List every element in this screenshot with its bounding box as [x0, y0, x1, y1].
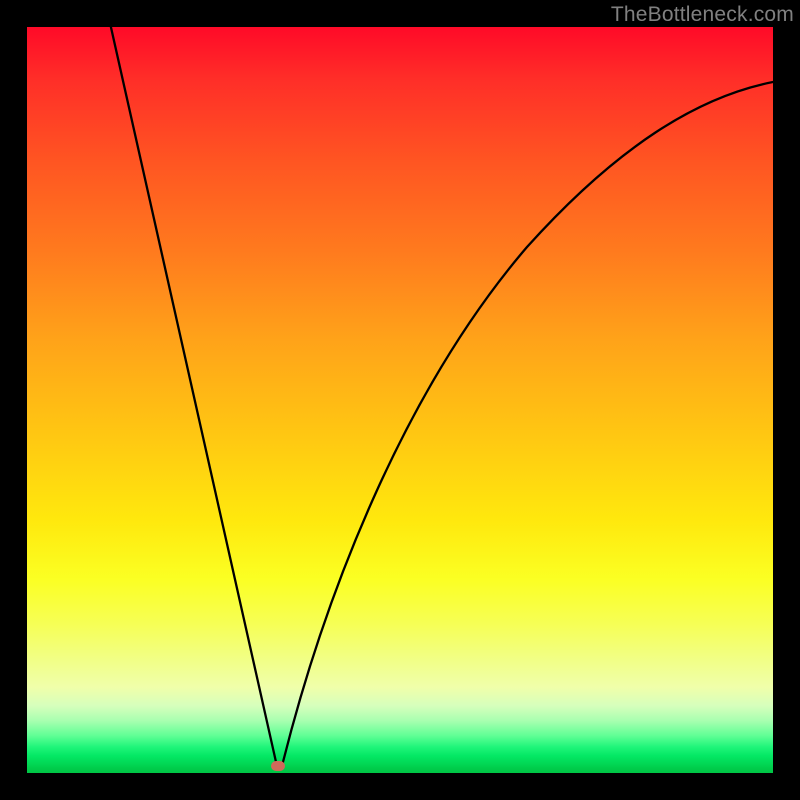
marker-dot — [271, 761, 285, 771]
bottleneck-curve — [27, 27, 773, 773]
watermark-text: TheBottleneck.com — [611, 3, 794, 27]
curve-path — [57, 27, 773, 767]
chart-frame: TheBottleneck.com — [0, 0, 800, 800]
